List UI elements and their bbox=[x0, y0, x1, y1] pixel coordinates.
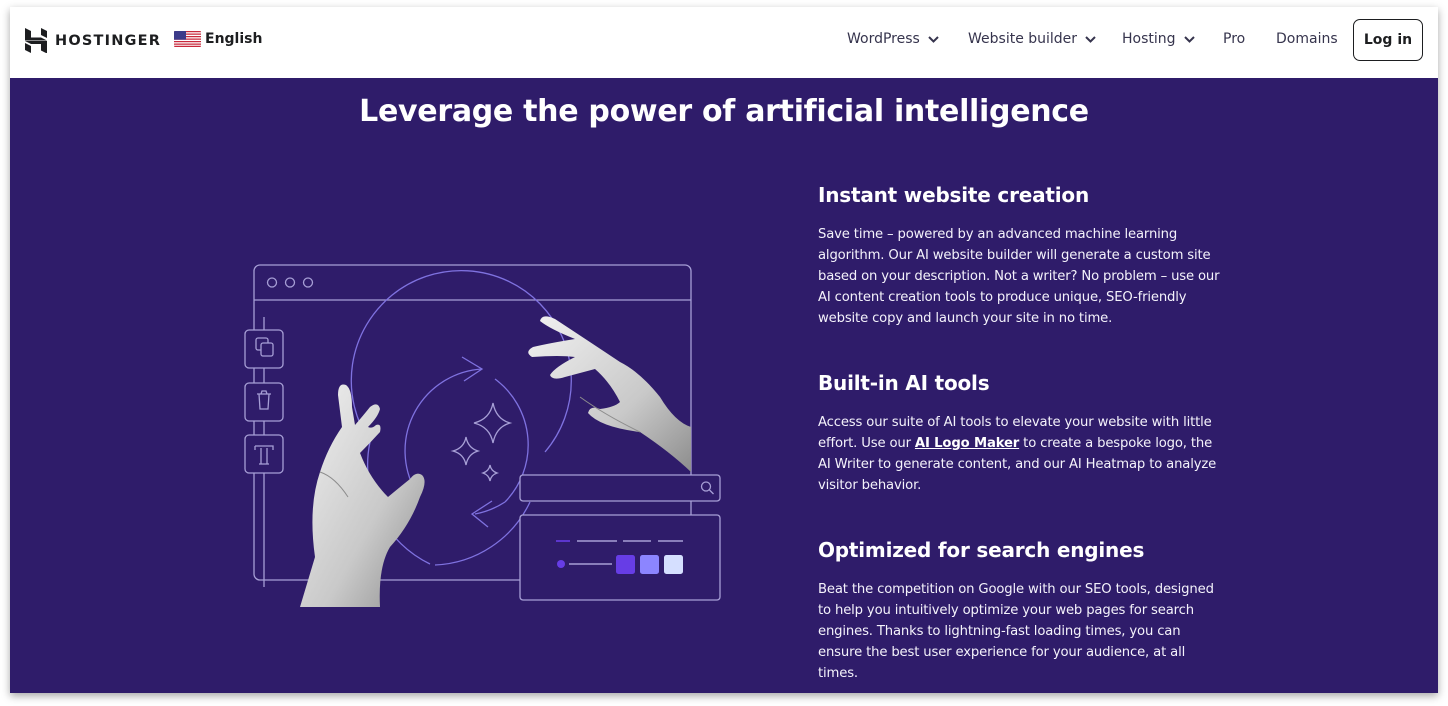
window-dot-icon bbox=[302, 277, 314, 288]
feature-built-in-ai-tools: Built-in AI tools Access our suite of AI… bbox=[818, 369, 1228, 496]
section-title: Leverage the power of artificial intelli… bbox=[359, 94, 1089, 129]
nav-item-pro[interactable]: Pro bbox=[1223, 31, 1245, 47]
brand-name: HOSTINGER bbox=[55, 32, 162, 49]
chevron-down-icon bbox=[1085, 35, 1096, 43]
feature-title: Optimized for search engines bbox=[818, 538, 1145, 562]
page: HOSTINGER English WordPress Website buil… bbox=[10, 7, 1438, 693]
feature-description: Save time – powered by an advanced machi… bbox=[818, 227, 1220, 326]
illustration-search-bar bbox=[519, 474, 721, 502]
nav-item-website-builder[interactable]: Website builder bbox=[968, 31, 1096, 47]
color-swatch bbox=[640, 555, 659, 574]
nav-item-hosting[interactable]: Hosting bbox=[1122, 31, 1195, 47]
refresh-arrow-bottom bbox=[474, 501, 506, 515]
language-label: English bbox=[205, 31, 263, 47]
sparkle-icon bbox=[480, 464, 500, 482]
trash-tool-button bbox=[244, 382, 284, 422]
language-selector[interactable]: English bbox=[174, 31, 262, 47]
feature-title: Instant website creation bbox=[818, 183, 1089, 207]
outer-circle-line bbox=[350, 270, 572, 453]
feature-instant-website-creation: Instant website creation Save time – pow… bbox=[818, 181, 1228, 329]
nav-label: Pro bbox=[1223, 31, 1246, 47]
ai-illustration bbox=[244, 264, 721, 607]
feature-optimized-for-search-engines: Optimized for search engines Beat the co… bbox=[818, 536, 1228, 684]
nav-item-domains[interactable]: Domains bbox=[1276, 31, 1338, 47]
nav-item-wordpress[interactable]: WordPress bbox=[847, 31, 939, 47]
feature-description: Access our suite of AI tools to elevate … bbox=[818, 412, 1228, 496]
feature-title: Built-in AI tools bbox=[818, 371, 990, 395]
nav-label: Website builder bbox=[968, 31, 1078, 47]
right-hand-image bbox=[528, 316, 691, 472]
sparkle-icon bbox=[473, 402, 513, 444]
feature-description: Beat the competition on Google with our … bbox=[818, 582, 1214, 681]
accent-dot bbox=[557, 560, 565, 568]
hostinger-logo-icon bbox=[25, 28, 47, 53]
text-tool-button bbox=[244, 434, 284, 474]
nav-label: Hosting bbox=[1122, 31, 1176, 47]
window-dot-icon bbox=[266, 277, 278, 288]
us-flag-icon bbox=[174, 31, 201, 47]
sparkle-icon bbox=[450, 436, 481, 466]
ai-logo-maker-link[interactable]: AI Logo Maker bbox=[915, 436, 1019, 451]
chevron-down-icon bbox=[928, 35, 939, 43]
login-button[interactable]: Log in bbox=[1353, 19, 1423, 61]
nav-label: WordPress bbox=[847, 31, 920, 47]
window-dot-icon bbox=[284, 277, 296, 288]
color-swatch bbox=[616, 555, 635, 574]
color-swatch bbox=[664, 555, 683, 574]
refresh-arrow-top bbox=[404, 368, 483, 491]
hostinger-logo[interactable]: HOSTINGER bbox=[25, 28, 161, 53]
site-header: HOSTINGER English WordPress Website buil… bbox=[10, 7, 1438, 78]
left-hand-image bbox=[300, 384, 425, 607]
nav-label: Domains bbox=[1276, 31, 1338, 47]
chevron-down-icon bbox=[1183, 35, 1195, 43]
